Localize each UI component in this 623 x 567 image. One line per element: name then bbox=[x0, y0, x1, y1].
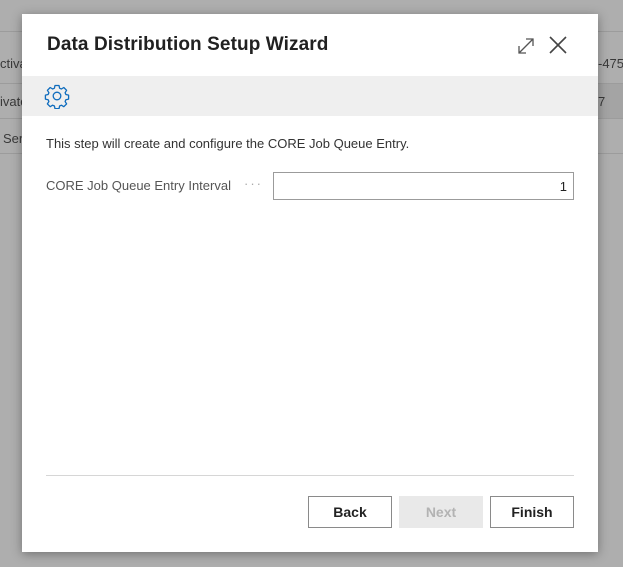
dialog-title: Data Distribution Setup Wizard bbox=[47, 34, 329, 55]
finish-button[interactable]: Finish bbox=[490, 496, 574, 528]
close-icon[interactable] bbox=[546, 33, 570, 57]
footer-divider bbox=[46, 475, 574, 476]
job-queue-interval-input[interactable] bbox=[273, 172, 574, 200]
job-queue-interval-label: CORE Job Queue Entry Interval bbox=[46, 178, 231, 193]
expand-icon[interactable] bbox=[514, 34, 538, 58]
setup-wizard-dialog: Data Distribution Setup Wizard This step… bbox=[22, 14, 598, 552]
step-instruction: This step will create and configure the … bbox=[46, 136, 410, 151]
wizard-toolbar bbox=[22, 76, 598, 116]
gear-icon bbox=[44, 83, 70, 110]
next-button[interactable]: Next bbox=[399, 496, 483, 528]
back-button[interactable]: Back bbox=[308, 496, 392, 528]
field-leader-dots: ··· bbox=[244, 176, 263, 191]
